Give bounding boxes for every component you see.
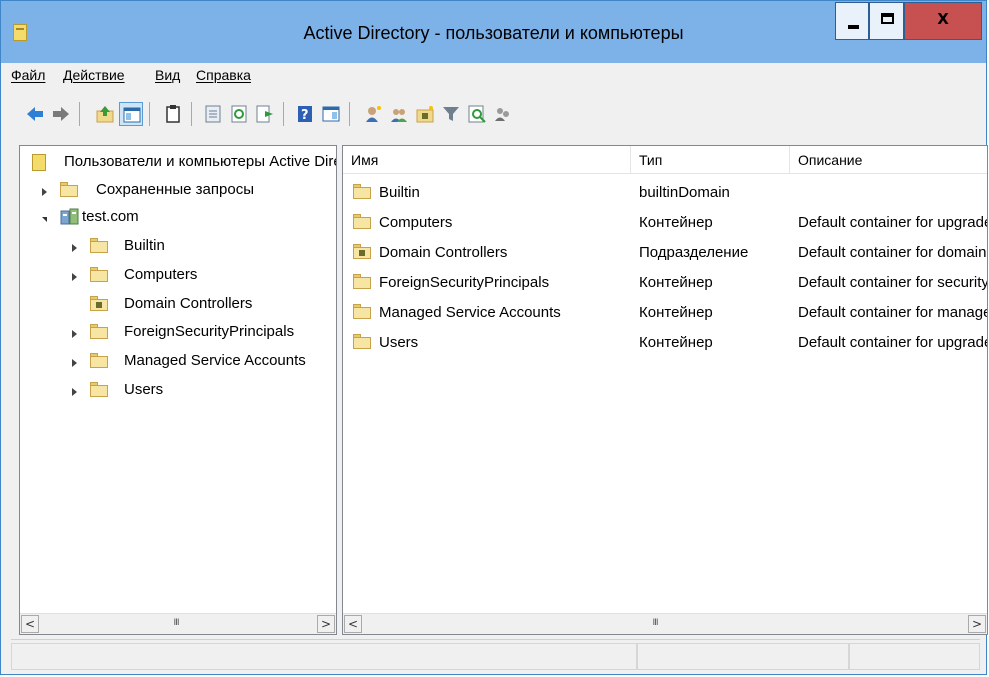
new-user-icon [366, 106, 381, 122]
toolbar-separator [349, 102, 350, 126]
help-icon: ? [298, 106, 312, 123]
menu-file[interactable]: Файл [11, 67, 45, 83]
menu-view[interactable]: Вид [155, 67, 180, 83]
scroll-right-button[interactable]: > [317, 615, 335, 633]
up-icon [96, 106, 114, 123]
close-button[interactable]: X [904, 2, 982, 40]
console-icon [322, 106, 340, 122]
folder-icon [90, 353, 108, 368]
expand-arrow-icon[interactable] [72, 388, 77, 396]
delegate-icon [495, 108, 509, 121]
filter-button[interactable] [439, 102, 463, 126]
ou-folder-icon [353, 244, 371, 259]
scroll-left-button[interactable]: < [344, 615, 362, 633]
folder-icon [90, 382, 108, 397]
toolbar-separator [79, 102, 80, 126]
new-ou-icon [416, 106, 434, 123]
folder-icon [353, 214, 371, 229]
find-button[interactable] [465, 102, 489, 126]
domain-icon [60, 208, 79, 225]
details-pane[interactable]: Имя Тип Описание Builtin builtinDomain C… [342, 145, 988, 635]
status-segment-3 [849, 643, 980, 670]
up-level-button[interactable] [93, 102, 117, 126]
toolbar-separator [283, 102, 284, 126]
expand-arrow-icon[interactable] [72, 244, 77, 252]
scroll-thumb[interactable]: III [42, 618, 310, 629]
filter-icon [443, 107, 459, 121]
expand-arrow-icon[interactable] [72, 273, 77, 281]
scroll-thumb[interactable]: III [365, 618, 945, 629]
new-ou-button[interactable] [413, 102, 437, 126]
show-hide-tree-button[interactable] [119, 102, 143, 126]
forward-icon [53, 107, 69, 121]
toolbar-separator [149, 102, 150, 126]
folder-icon [353, 184, 371, 199]
refresh-button[interactable] [227, 102, 251, 126]
refresh-icon [231, 105, 247, 123]
title-bar[interactable]: Active Directory - пользователи и компью… [1, 1, 986, 63]
list-header: Имя Тип Описание [343, 146, 987, 174]
tree-pane[interactable]: Пользователи и компьютеры Active Directo… [19, 145, 337, 635]
menu-action[interactable]: Действие [63, 67, 125, 83]
clipboard-button[interactable] [161, 102, 185, 126]
list-row-users[interactable]: Users Контейнер Default container for up… [343, 332, 987, 354]
back-icon [27, 107, 43, 121]
list-horizontal-scrollbar[interactable]: < III > [343, 613, 987, 634]
list-row-managed-service-accounts[interactable]: Managed Service Accounts Контейнер Defau… [343, 302, 987, 324]
list-row-builtin[interactable]: Builtin builtinDomain [343, 182, 987, 204]
column-header-description[interactable]: Описание [798, 152, 862, 168]
new-user-button[interactable] [361, 102, 385, 126]
expand-arrow-icon[interactable] [72, 359, 77, 367]
delegate-button[interactable] [491, 102, 515, 126]
status-bar [11, 639, 980, 673]
forward-button[interactable] [49, 102, 73, 126]
folder-icon [353, 304, 371, 319]
folder-icon [353, 274, 371, 289]
ou-folder-icon [90, 296, 108, 311]
status-segment-2 [637, 643, 849, 670]
list-row-foreign-security-principals[interactable]: ForeignSecurityPrincipals Контейнер Defa… [343, 272, 987, 294]
toolbar-separator [191, 102, 192, 126]
new-group-icon [391, 109, 407, 122]
maximize-button[interactable] [869, 2, 904, 40]
minimize-icon [848, 25, 859, 29]
tree-horizontal-scrollbar[interactable]: < III > [20, 613, 336, 634]
help-button[interactable]: ? [293, 102, 317, 126]
collapse-arrow-icon[interactable] [42, 217, 47, 222]
new-group-button[interactable] [387, 102, 411, 126]
console-root-icon [32, 154, 46, 171]
folder-icon [60, 182, 78, 197]
properties-icon [205, 105, 221, 123]
properties-button[interactable] [201, 102, 225, 126]
column-divider[interactable] [630, 146, 631, 173]
toolbar: ? [11, 95, 980, 133]
clipboard-icon [166, 105, 180, 123]
folder-icon [353, 334, 371, 349]
scroll-left-button[interactable]: < [21, 615, 39, 633]
column-header-name[interactable]: Имя [351, 152, 378, 168]
show-hide-tree-icon [123, 107, 141, 123]
export-list-icon [256, 105, 273, 123]
maximize-icon [881, 13, 894, 24]
export-list-button[interactable] [253, 102, 277, 126]
expand-arrow-icon[interactable] [42, 188, 47, 196]
column-header-type[interactable]: Тип [639, 152, 662, 168]
list-row-computers[interactable]: Computers Контейнер Default container fo… [343, 212, 987, 234]
expand-arrow-icon[interactable] [72, 330, 77, 338]
list-row-domain-controllers[interactable]: Domain Controllers Подразделение Default… [343, 242, 987, 264]
scroll-right-button[interactable]: > [968, 615, 986, 633]
window: Active Directory - пользователи и компью… [0, 0, 988, 675]
folder-icon [90, 238, 108, 253]
find-icon [468, 105, 486, 123]
menu-help[interactable]: Справка [196, 67, 251, 83]
column-divider[interactable] [789, 146, 790, 173]
status-segment-main [11, 643, 637, 670]
folder-icon [90, 267, 108, 282]
console-button[interactable] [319, 102, 343, 126]
svg-text:?: ? [301, 108, 309, 123]
minimize-button[interactable] [835, 2, 869, 40]
back-button[interactable] [23, 102, 47, 126]
folder-icon [90, 324, 108, 339]
